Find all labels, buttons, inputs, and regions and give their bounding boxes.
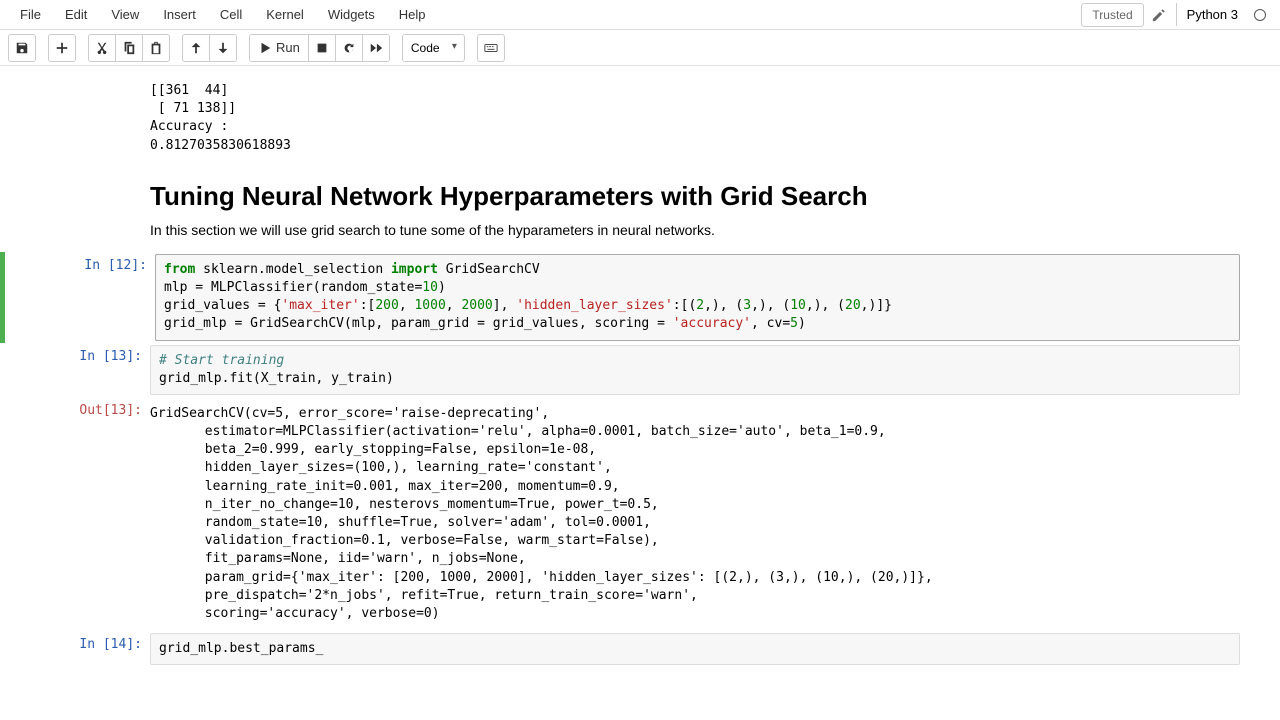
move-up-button[interactable] <box>182 34 210 62</box>
save-icon <box>15 41 29 55</box>
code-cell-12[interactable]: In [12]: from sklearn.model_selection im… <box>0 252 1280 343</box>
menu-view[interactable]: View <box>99 3 151 26</box>
trusted-badge[interactable]: Trusted <box>1081 3 1143 27</box>
code-input[interactable]: grid_mlp.best_params_ <box>150 633 1240 665</box>
output-text: GridSearchCV(cv=5, error_score='raise-de… <box>150 399 1240 629</box>
command-palette-button[interactable] <box>477 34 505 62</box>
section-heading: Tuning Neural Network Hyperparameters wi… <box>150 181 1240 212</box>
kernel-name[interactable]: Python 3 <box>1176 3 1248 26</box>
in-prompt: In [14]: <box>0 633 150 665</box>
pencil-icon[interactable] <box>1152 8 1166 22</box>
arrow-down-icon <box>216 41 230 55</box>
move-down-button[interactable] <box>209 34 237 62</box>
menu-help[interactable]: Help <box>387 3 438 26</box>
menu-widgets[interactable]: Widgets <box>316 3 387 26</box>
out-prompt: Out[13]: <box>0 399 150 629</box>
menubar: File Edit View Insert Cell Kernel Widget… <box>0 0 1280 30</box>
copy-icon <box>122 41 136 55</box>
run-label: Run <box>276 40 300 55</box>
menu-file[interactable]: File <box>8 3 53 26</box>
in-prompt: In [13]: <box>0 345 150 395</box>
run-button[interactable]: Run <box>249 34 309 62</box>
toolbar: Run Code <box>0 30 1280 66</box>
markdown-cell[interactable]: Tuning Neural Network Hyperparameters wi… <box>0 163 1280 252</box>
code-input[interactable]: # Start training grid_mlp.fit(X_train, y… <box>150 345 1240 395</box>
section-text: In this section we will use grid search … <box>150 222 1240 238</box>
paste-button[interactable] <box>142 34 170 62</box>
menu-cell[interactable]: Cell <box>208 3 254 26</box>
code-input[interactable]: from sklearn.model_selection import Grid… <box>155 254 1240 341</box>
output-cell-13[interactable]: Out[13]: GridSearchCV(cv=5, error_score=… <box>0 397 1280 631</box>
menu-kernel[interactable]: Kernel <box>254 3 316 26</box>
menu-edit[interactable]: Edit <box>53 3 99 26</box>
plus-icon <box>55 41 69 55</box>
output-cell[interactable]: [[361 44] [ 71 138]] Accuracy : 0.812703… <box>0 74 1280 163</box>
arrow-up-icon <box>189 41 203 55</box>
refresh-icon <box>342 41 356 55</box>
copy-button[interactable] <box>115 34 143 62</box>
add-cell-button[interactable] <box>48 34 76 62</box>
in-prompt: In [12]: <box>5 254 155 341</box>
play-icon <box>258 41 272 55</box>
restart-button[interactable] <box>335 34 363 62</box>
menu-insert[interactable]: Insert <box>151 3 208 26</box>
output-text: [[361 44] [ 71 138]] Accuracy : 0.812703… <box>150 76 1240 161</box>
paste-icon <box>149 41 163 55</box>
stop-icon <box>315 41 329 55</box>
interrupt-button[interactable] <box>308 34 336 62</box>
celltype-select-wrap: Code <box>402 34 465 62</box>
fast-forward-icon <box>369 41 383 55</box>
code-cell-13[interactable]: In [13]: # Start training grid_mlp.fit(X… <box>0 343 1280 397</box>
code-cell-14[interactable]: In [14]: grid_mlp.best_params_ <box>0 631 1280 667</box>
keyboard-icon <box>484 41 498 55</box>
celltype-select[interactable]: Code <box>402 34 465 62</box>
empty-prompt <box>0 76 150 161</box>
notebook-area[interactable]: [[361 44] [ 71 138]] Accuracy : 0.812703… <box>0 66 1280 687</box>
kernel-indicator-icon[interactable] <box>1254 9 1266 21</box>
empty-prompt <box>0 165 150 250</box>
restart-run-button[interactable] <box>362 34 390 62</box>
save-button[interactable] <box>8 34 36 62</box>
cut-button[interactable] <box>88 34 116 62</box>
scissors-icon <box>95 41 109 55</box>
